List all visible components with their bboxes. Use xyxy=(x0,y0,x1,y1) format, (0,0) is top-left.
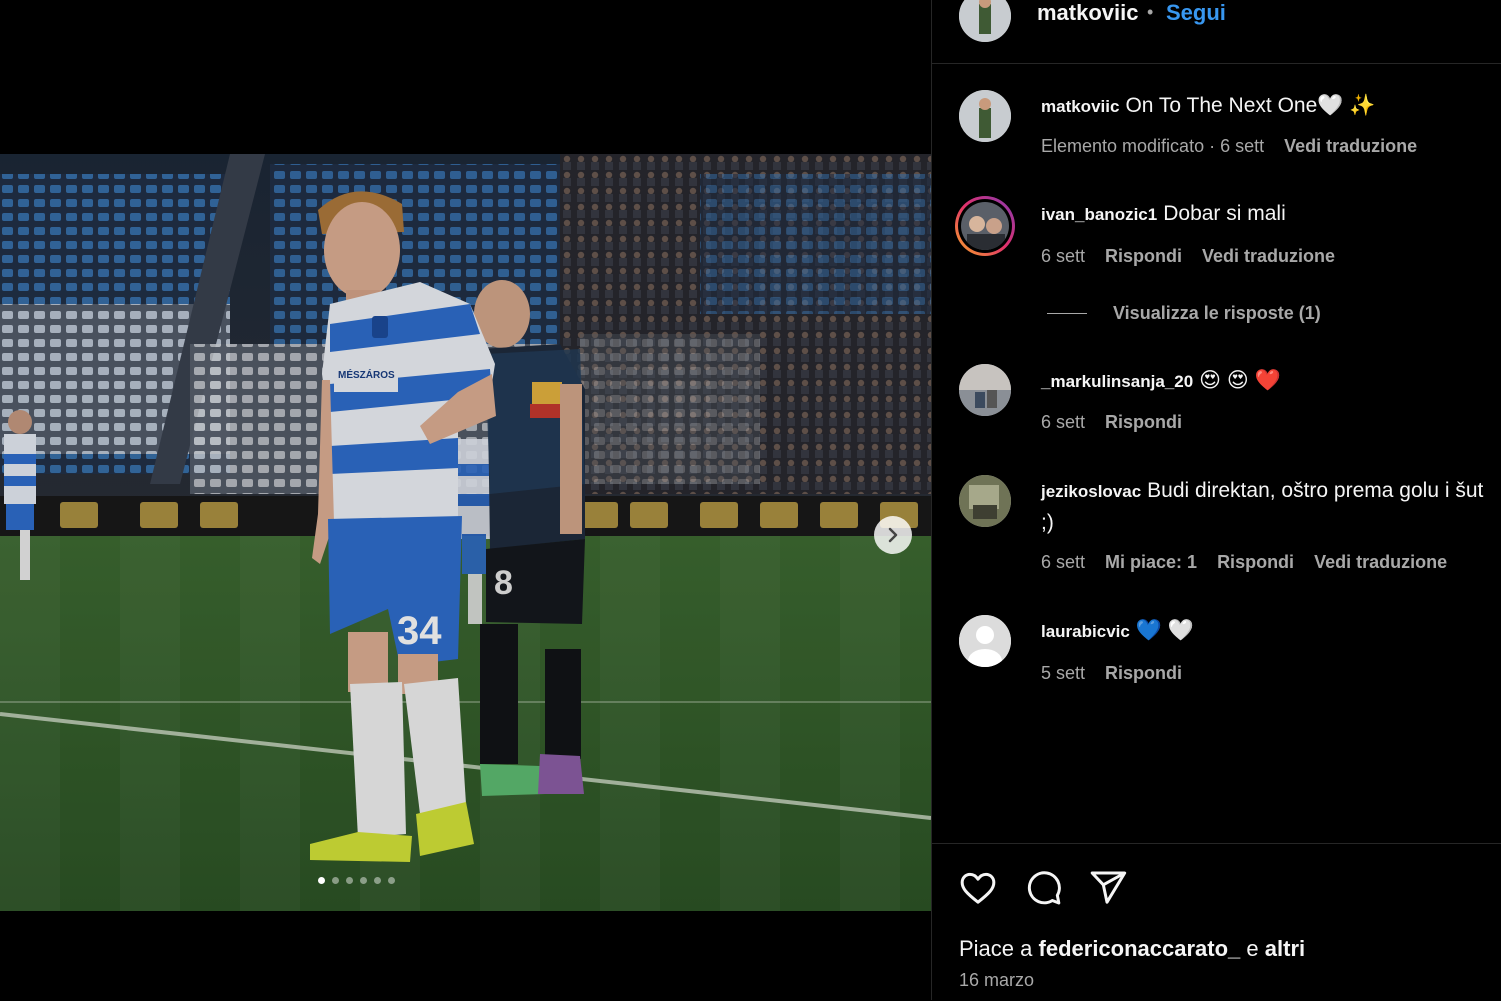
comment-text: Dobar si mali xyxy=(1163,202,1286,225)
carousel-indicator xyxy=(318,877,395,884)
translate-link[interactable]: Vedi traduzione xyxy=(1284,136,1417,157)
likes-others[interactable]: altri xyxy=(1265,936,1305,961)
avatar-image xyxy=(961,202,1009,250)
carousel-dot xyxy=(360,877,367,884)
comment-likes[interactable]: Mi piace: 1 xyxy=(1105,552,1197,573)
comment-time: 5 sett xyxy=(1041,663,1086,683)
comment-time: 6 sett xyxy=(1041,552,1086,572)
caption-text: On To The Next One🤍 ✨ xyxy=(1125,94,1376,117)
post-media: 8 MÉSZÁROS xyxy=(0,0,931,1000)
avatar[interactable] xyxy=(959,364,1011,416)
carousel-dot xyxy=(374,877,381,884)
carousel-dot xyxy=(332,877,339,884)
comment-username[interactable]: ivan_banozic1 xyxy=(1041,205,1157,224)
liker-username[interactable]: federiconaccarato_ xyxy=(1039,936,1241,961)
carousel-dot xyxy=(388,877,395,884)
comment-text: 😍 😍 ❤️ xyxy=(1199,369,1281,392)
post-detail-panel: matkoviic • Segui matkoviic On To The Nex… xyxy=(931,0,1501,1000)
avatar[interactable] xyxy=(959,475,1011,527)
reply-button[interactable]: Rispondi xyxy=(1105,412,1182,433)
reply-button[interactable]: Rispondi xyxy=(1105,246,1182,267)
comment-text-continued: ;) xyxy=(1041,511,1054,534)
comment-icon[interactable] xyxy=(1023,868,1063,908)
reply-button[interactable]: Rispondi xyxy=(1217,552,1294,573)
comment-time: 6 sett xyxy=(1041,246,1086,266)
post-date: 16 marzo xyxy=(959,970,1035,990)
comment-time: 6 sett xyxy=(1041,412,1086,432)
view-replies-label: Visualizza le risposte (1) xyxy=(1113,303,1321,323)
chevron-right-icon xyxy=(888,527,898,543)
comment-username[interactable]: jezikoslovac xyxy=(1041,482,1141,501)
carousel-dot xyxy=(346,877,353,884)
comment-username[interactable]: _markulinsanja_20 xyxy=(1041,372,1193,391)
view-replies-button[interactable]: Visualizza le risposte (1) xyxy=(1047,303,1321,324)
avatar-default[interactable] xyxy=(959,615,1011,667)
comment-username[interactable]: laurabicvic xyxy=(1041,622,1130,641)
avatar-story-ring[interactable] xyxy=(955,196,1015,256)
edited-label: Elemento modificato · 6 sett xyxy=(1041,136,1265,156)
likes-prefix: Piace a xyxy=(959,936,1033,961)
author-username[interactable]: matkoviic xyxy=(1037,0,1139,26)
share-icon[interactable] xyxy=(1088,868,1128,908)
heart-icon[interactable] xyxy=(958,868,998,908)
avatar[interactable] xyxy=(959,90,1011,142)
avatar[interactable] xyxy=(959,0,1011,42)
reply-button[interactable]: Rispondi xyxy=(1105,663,1182,684)
default-avatar-icon xyxy=(959,615,1011,667)
comment-text: Budi direktan, oštro prema golu i šut xyxy=(1147,479,1484,502)
comment-text: 💙 🤍 xyxy=(1135,619,1194,642)
avatar-image xyxy=(959,475,1011,527)
translate-link[interactable]: Vedi traduzione xyxy=(1314,552,1447,573)
separator-dot: • xyxy=(1147,2,1154,22)
carousel-dot xyxy=(318,877,325,884)
follow-button[interactable]: Segui xyxy=(1166,0,1226,26)
likes-conjunction: e xyxy=(1246,936,1259,961)
next-slide-button[interactable] xyxy=(874,516,912,554)
avatar-image xyxy=(959,90,1011,142)
post-header: matkoviic • Segui xyxy=(932,0,1501,64)
avatar-image xyxy=(959,364,1011,416)
post-actions: Piace a federiconaccarato_ e altri 16 ma… xyxy=(932,843,1501,1001)
divider-line xyxy=(1047,313,1087,314)
post-photo[interactable]: 8 MÉSZÁROS xyxy=(0,154,931,911)
caption-username[interactable]: matkoviic xyxy=(1041,97,1119,116)
avatar-image xyxy=(959,0,1011,42)
likes-summary[interactable]: Piace a federiconaccarato_ e altri xyxy=(959,936,1305,962)
translate-link[interactable]: Vedi traduzione xyxy=(1202,246,1335,267)
football-photo-illustration: 8 MÉSZÁROS xyxy=(0,154,931,911)
